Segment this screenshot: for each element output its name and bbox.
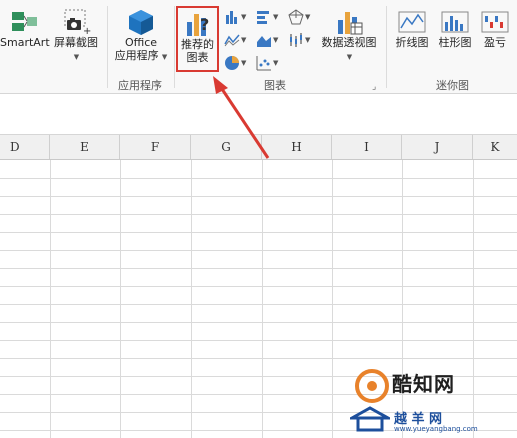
watermark-brand1: 酷知网 [392, 372, 455, 396]
watermark-url: www.yueyangbang.com [394, 425, 478, 433]
watermark-house-icon [350, 406, 390, 432]
watermark-logo-icon [355, 369, 389, 403]
watermark: 酷知网 越 羊 网 www.yueyangbang.com [350, 362, 515, 436]
